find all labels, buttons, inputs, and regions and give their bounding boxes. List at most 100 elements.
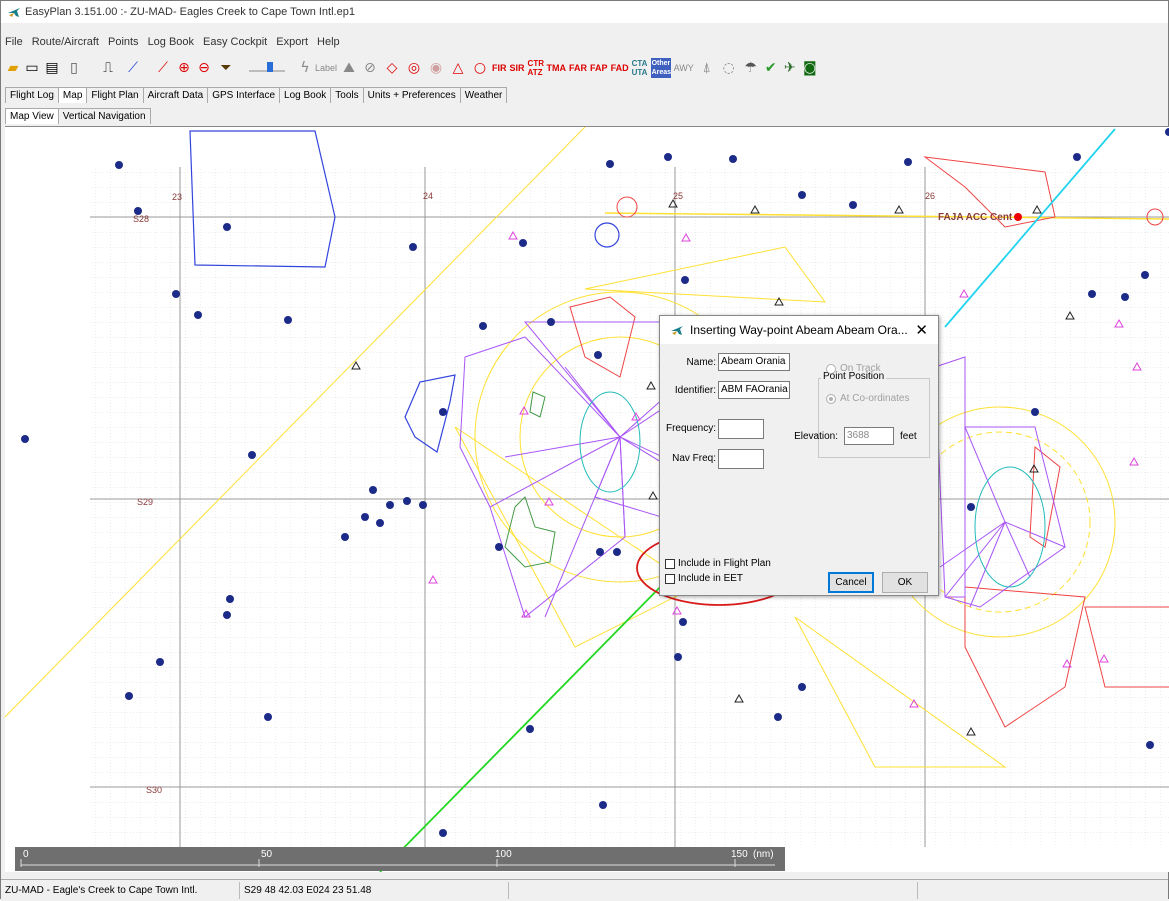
frequency-field[interactable]	[718, 419, 764, 439]
elevation-unit: feet	[900, 431, 917, 442]
zoom-in-icon[interactable]: ⊕	[175, 57, 193, 79]
pan-icon[interactable]: ⏷	[215, 57, 237, 79]
cancel-button[interactable]: Cancel	[828, 572, 874, 593]
menu-easy-cockpit[interactable]: Easy Cockpit	[199, 36, 272, 48]
name-label: Name:	[686, 357, 716, 368]
menu-route-aircraft[interactable]: Route/Aircraft	[28, 36, 104, 48]
scale-tick-50: 50	[261, 849, 273, 860]
ok-button[interactable]: OK	[882, 572, 928, 593]
check-icon[interactable]: ✔	[763, 57, 779, 79]
tab-units-preferences[interactable]: Units + Preferences	[362, 87, 461, 103]
awy-toggle[interactable]: AWY	[674, 63, 694, 73]
map-drawing: 23 24 25 26 S28 S29 S30 FAJA ACC Cent	[5, 127, 1169, 872]
menu-help[interactable]: Help	[313, 36, 345, 48]
distance-scale: 0 50 100 150 (nm)	[15, 847, 785, 871]
tab-flight-plan[interactable]: Flight Plan	[86, 87, 144, 103]
ndb-icon[interactable]: ◎	[404, 57, 424, 79]
include-flight-plan-label: Include in Flight Plan	[678, 558, 771, 569]
far-toggle[interactable]: FAR	[569, 63, 587, 73]
ctr-atz-toggle[interactable]: CTR ATZ	[528, 59, 544, 77]
include-flight-plan-checkbox[interactable]: Include in Flight Plan	[665, 558, 771, 569]
radio-circle-icon	[826, 393, 836, 404]
tab-map[interactable]: Map	[57, 87, 88, 103]
fap-toggle[interactable]: FAP	[590, 63, 608, 73]
save-icon[interactable]: ▭	[23, 57, 41, 79]
close-icon[interactable]: ✕	[915, 321, 928, 339]
tab-weather[interactable]: Weather	[459, 87, 508, 103]
scale-ruler-icon	[20, 859, 775, 867]
lon-label-25: 25	[673, 191, 683, 201]
open-folder-icon[interactable]: ▰	[5, 57, 21, 79]
print-icon[interactable]: ▤	[43, 57, 61, 79]
tab-tools[interactable]: Tools	[330, 87, 364, 103]
tma-toggle[interactable]: TMA	[547, 63, 567, 73]
slider-track-icon	[249, 62, 285, 72]
menu-points[interactable]: Points	[104, 36, 144, 48]
dashed-circle-icon[interactable]: ◌	[719, 57, 739, 79]
lon-label-26: 26	[925, 191, 935, 201]
tab-flight-log[interactable]: Flight Log	[5, 87, 59, 103]
elevation-label: Elevation:	[794, 431, 838, 442]
lat-label-s29: S29	[137, 497, 153, 507]
circle-point-icon[interactable]: ○	[470, 57, 490, 79]
on-track-radio[interactable]: On Track	[826, 363, 881, 374]
elevation-field[interactable]: 3688	[844, 427, 894, 445]
add-leg-icon[interactable]: ⟋	[153, 57, 173, 79]
label-toggle[interactable]: Label	[315, 63, 337, 73]
lon-label-24: 24	[423, 191, 433, 201]
app-plane-icon	[8, 8, 20, 17]
include-eet-label: Include in EET	[678, 573, 744, 584]
menu-export[interactable]: Export	[272, 36, 313, 48]
detail-slider[interactable]	[245, 57, 289, 79]
terrain-icon[interactable]: ⛰	[340, 57, 358, 79]
main-tabs: Flight Log Map Flight Plan Aircraft Data…	[5, 86, 508, 103]
waypoint-diamond-icon[interactable]: ◇	[382, 57, 402, 79]
fad-toggle[interactable]: FAD	[611, 63, 629, 73]
aircraft-icon[interactable]: ✈	[781, 57, 799, 79]
triangle-point-icon[interactable]: △	[448, 57, 468, 79]
scale-tick-100: 100	[495, 849, 512, 860]
tab-map-view[interactable]: Map View	[5, 108, 59, 124]
scale-tick-0: 0	[23, 849, 29, 860]
identifier-field[interactable]: ABM FAOrania	[718, 381, 790, 399]
dialog-plane-icon	[671, 326, 683, 335]
insert-waypoint-dialog: Inserting Way-point Abeam Abeam Ora... ✕…	[659, 315, 939, 596]
zoom-out-icon[interactable]: ⊖	[195, 57, 213, 79]
tab-gps-interface[interactable]: GPS Interface	[207, 87, 281, 103]
vortac-icon[interactable]: ◉	[426, 57, 446, 79]
lat-label-s30: S30	[146, 785, 162, 795]
frequency-label: Frequency:	[665, 423, 716, 434]
parachute-icon[interactable]: ☂	[741, 57, 761, 79]
vertical-profile-icon[interactable]: ⎍	[95, 57, 121, 79]
vor-icon[interactable]: ⊘	[360, 57, 380, 79]
include-eet-checkbox[interactable]: Include in EET	[665, 573, 743, 584]
menu-file[interactable]: File	[1, 36, 28, 48]
page-icon[interactable]: ▯	[63, 57, 85, 79]
dialog-title-bar: Inserting Way-point Abeam Abeam Ora... ✕	[660, 316, 938, 344]
on-track-label: On Track	[840, 363, 881, 374]
name-field[interactable]: Abeam Orania	[718, 353, 790, 371]
other-areas-toggle[interactable]: Other Areas	[650, 58, 671, 78]
status-route: ZU-MAD - Eagle's Creek to Cape Town Intl…	[1, 882, 240, 899]
lightning-icon[interactable]: ϟ	[297, 57, 313, 79]
tower-icon[interactable]: ⍋	[697, 57, 717, 79]
map-canvas[interactable]: 23 24 25 26 S28 S29 S30 FAJA ACC Cent 0 …	[5, 126, 1169, 872]
app-window: EasyPlan 3.151.00 :- ZU-MAD- Eagles Cree…	[0, 0, 1169, 901]
cta-uta-toggle[interactable]: CTA UTA	[632, 59, 648, 77]
fir-toggle[interactable]: FIR	[492, 63, 507, 73]
tab-aircraft-data[interactable]: Aircraft Data	[142, 87, 209, 103]
scale-unit: (nm)	[753, 849, 774, 860]
title-bar: EasyPlan 3.151.00 :- ZU-MAD- Eagles Cree…	[1, 1, 1168, 23]
checkbox-icon	[665, 573, 675, 584]
sir-toggle[interactable]: SIR	[510, 63, 525, 73]
tab-log-book[interactable]: Log Book	[279, 87, 332, 103]
draw-route-icon[interactable]: ⟋	[123, 57, 143, 79]
camera-icon[interactable]: ◙	[801, 57, 819, 79]
at-coordinates-radio[interactable]: At Co-ordinates	[826, 393, 909, 404]
tab-vertical-navigation[interactable]: Vertical Navigation	[57, 108, 151, 124]
menu-log-book[interactable]: Log Book	[144, 36, 199, 48]
nav-freq-field[interactable]	[718, 449, 764, 469]
status-empty-1	[509, 882, 918, 899]
status-position: S29 48 42.03 E024 23 51.48	[240, 882, 509, 899]
dialog-title: Inserting Way-point Abeam Abeam Ora...	[690, 323, 908, 337]
